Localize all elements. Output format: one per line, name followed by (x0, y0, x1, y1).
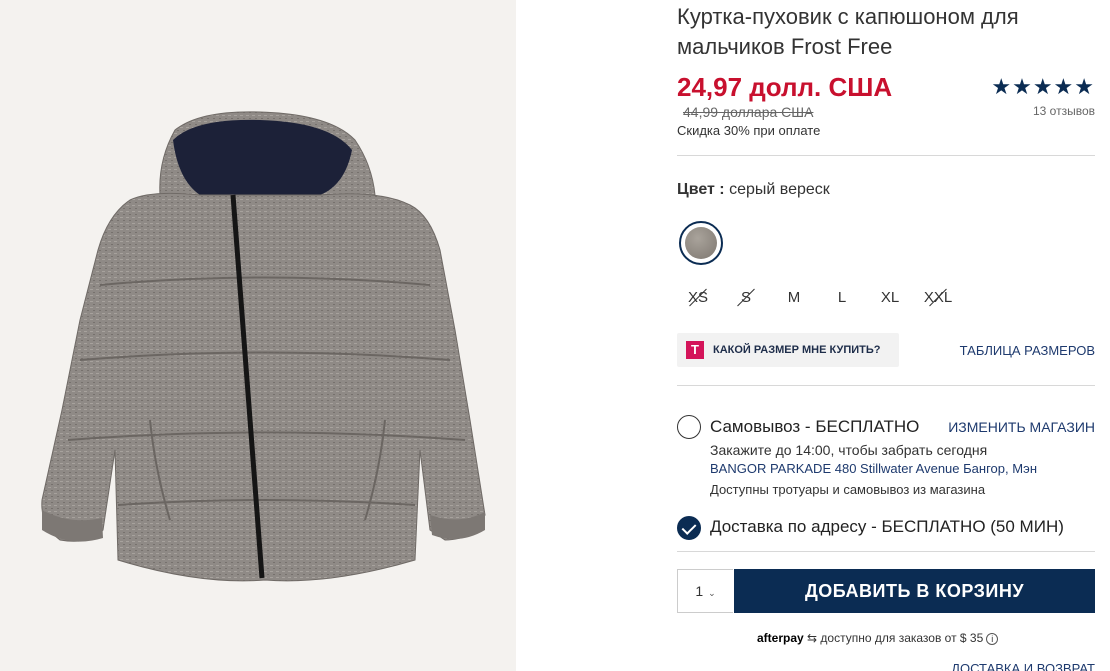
afterpay-note: afterpay ⇆ доступно для заказов от $ 35 i (757, 631, 999, 645)
discount-note: Скидка 30% при оплате (677, 123, 821, 138)
original-price: 44,99 доллара США (683, 104, 814, 120)
color-row: Цвет : серый вереск (677, 181, 830, 199)
add-to-cart-button[interactable]: ДОБАВИТЬ В КОРЗИНУ (734, 569, 1095, 613)
rating-stars[interactable]: ★★★★★ (991, 74, 1095, 100)
color-separator: : (714, 181, 730, 198)
afterpay-logo: afterpay (757, 631, 804, 645)
pickup-order-by: Закажите до 14:00, чтобы забрать сегодня (710, 442, 988, 458)
size-option-xxl[interactable]: XXL (918, 286, 958, 310)
product-image-panel (0, 0, 516, 671)
pickup-radio[interactable] (677, 415, 701, 439)
color-swatch[interactable] (679, 221, 723, 265)
divider (677, 385, 1095, 386)
shipping-radio[interactable] (677, 516, 701, 540)
color-value: серый вереск (729, 181, 830, 198)
size-option-m[interactable]: M (774, 286, 814, 310)
fit-predictor-button[interactable]: T КАКОЙ РАЗМЕР МНЕ КУПИТЬ? (677, 333, 899, 367)
change-store-link[interactable]: ИЗМЕНИТЬ МАГАЗИН (948, 419, 1095, 435)
store-address-link[interactable]: BANGOR PARKADE 480 Stillwater Avenue Бан… (710, 461, 1037, 476)
product-details: Куртка-пуховик с капюшоном для мальчиков… (677, 0, 1095, 671)
afterpay-arrows-icon: ⇆ (803, 631, 821, 645)
pickup-label[interactable]: Самовывоз - БЕСПЛАТНО (710, 417, 919, 437)
info-icon[interactable]: i (986, 633, 999, 645)
shipping-returns-link[interactable]: ДОСТАВКА И ВОЗВРАТ (951, 661, 1095, 671)
afterpay-text: доступно для заказов от $ 35 (820, 631, 984, 645)
sale-price: 24,97 долл. США (677, 72, 893, 102)
size-option-xl[interactable]: XL (870, 286, 910, 310)
size-option-s[interactable]: S (726, 286, 766, 310)
jacket-image (41, 111, 486, 582)
color-label: Цвет (677, 181, 715, 198)
size-option-l[interactable]: L (822, 286, 862, 310)
reviews-link[interactable]: 13 отзывов (1033, 104, 1095, 118)
size-chart-link[interactable]: ТАБЛИЦА РАЗМЕРОВ (960, 343, 1095, 358)
quantity-value: 1 (695, 583, 704, 599)
product-title: Куртка-пуховик с капюшоном для мальчиков… (677, 4, 1019, 59)
quantity-select[interactable]: 1 ⌄ (677, 569, 733, 613)
size-selector: XS S M L XL XXL (677, 286, 967, 310)
divider (677, 551, 1095, 552)
fit-predictor-label: КАКОЙ РАЗМЕР МНЕ КУПИТЬ? (713, 344, 881, 356)
swatch-fill (685, 227, 717, 259)
chevron-down-icon: ⌄ (708, 588, 716, 598)
divider (677, 155, 1095, 156)
shipping-label[interactable]: Доставка по адресу - БЕСПЛАТНО (50 МИН) (710, 517, 1064, 537)
size-option-xs[interactable]: XS (678, 286, 718, 310)
fit-predictor-icon: T (686, 341, 704, 359)
pickup-availability: Доступны тротуары и самовывоз из магазин… (710, 482, 986, 497)
